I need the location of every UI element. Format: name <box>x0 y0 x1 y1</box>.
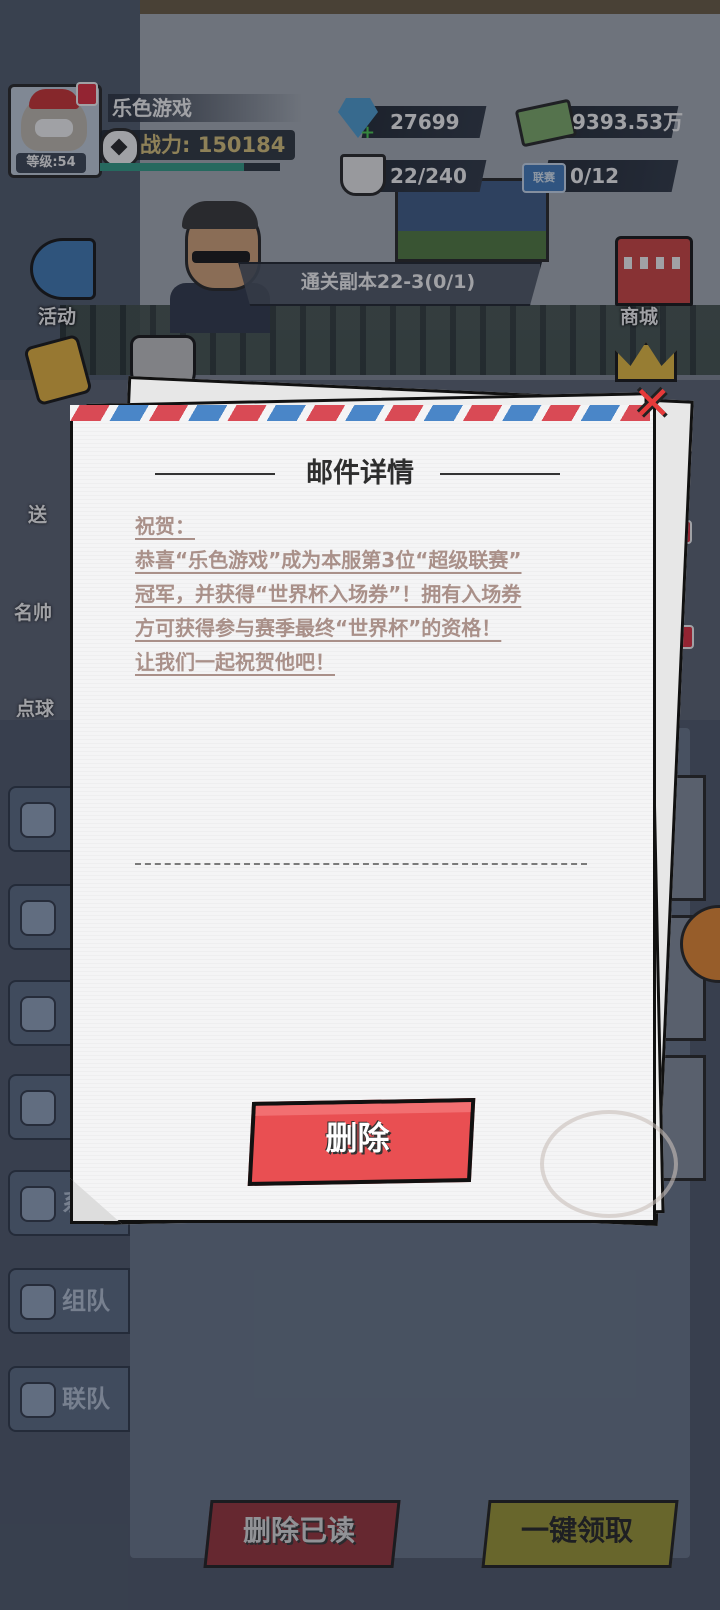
mail-body-line: 祝贺： <box>135 514 195 538</box>
mail-body-line: 让我们一起祝贺他吧！ <box>135 650 335 674</box>
mail-body-line: 恭喜“乐色游戏”成为本服第3位“超级联赛” <box>135 548 522 572</box>
mail-body-line: 冠军，并获得“世界杯入场券”！拥有入场券 <box>135 582 522 606</box>
title-divider-right <box>440 473 560 475</box>
mail-body-line: 方可获得参与赛季最终“世界杯”的资格！ <box>135 616 502 640</box>
airmail-stripe <box>70 405 650 421</box>
delete-mail-label: 删除 <box>325 1119 390 1157</box>
mail-detail-title: 邮件详情 <box>306 458 414 489</box>
title-divider-left <box>155 473 275 475</box>
attachment-divider <box>135 863 587 865</box>
postmark-stamp-icon <box>540 1110 678 1218</box>
close-icon[interactable]: ✕ <box>633 380 672 426</box>
